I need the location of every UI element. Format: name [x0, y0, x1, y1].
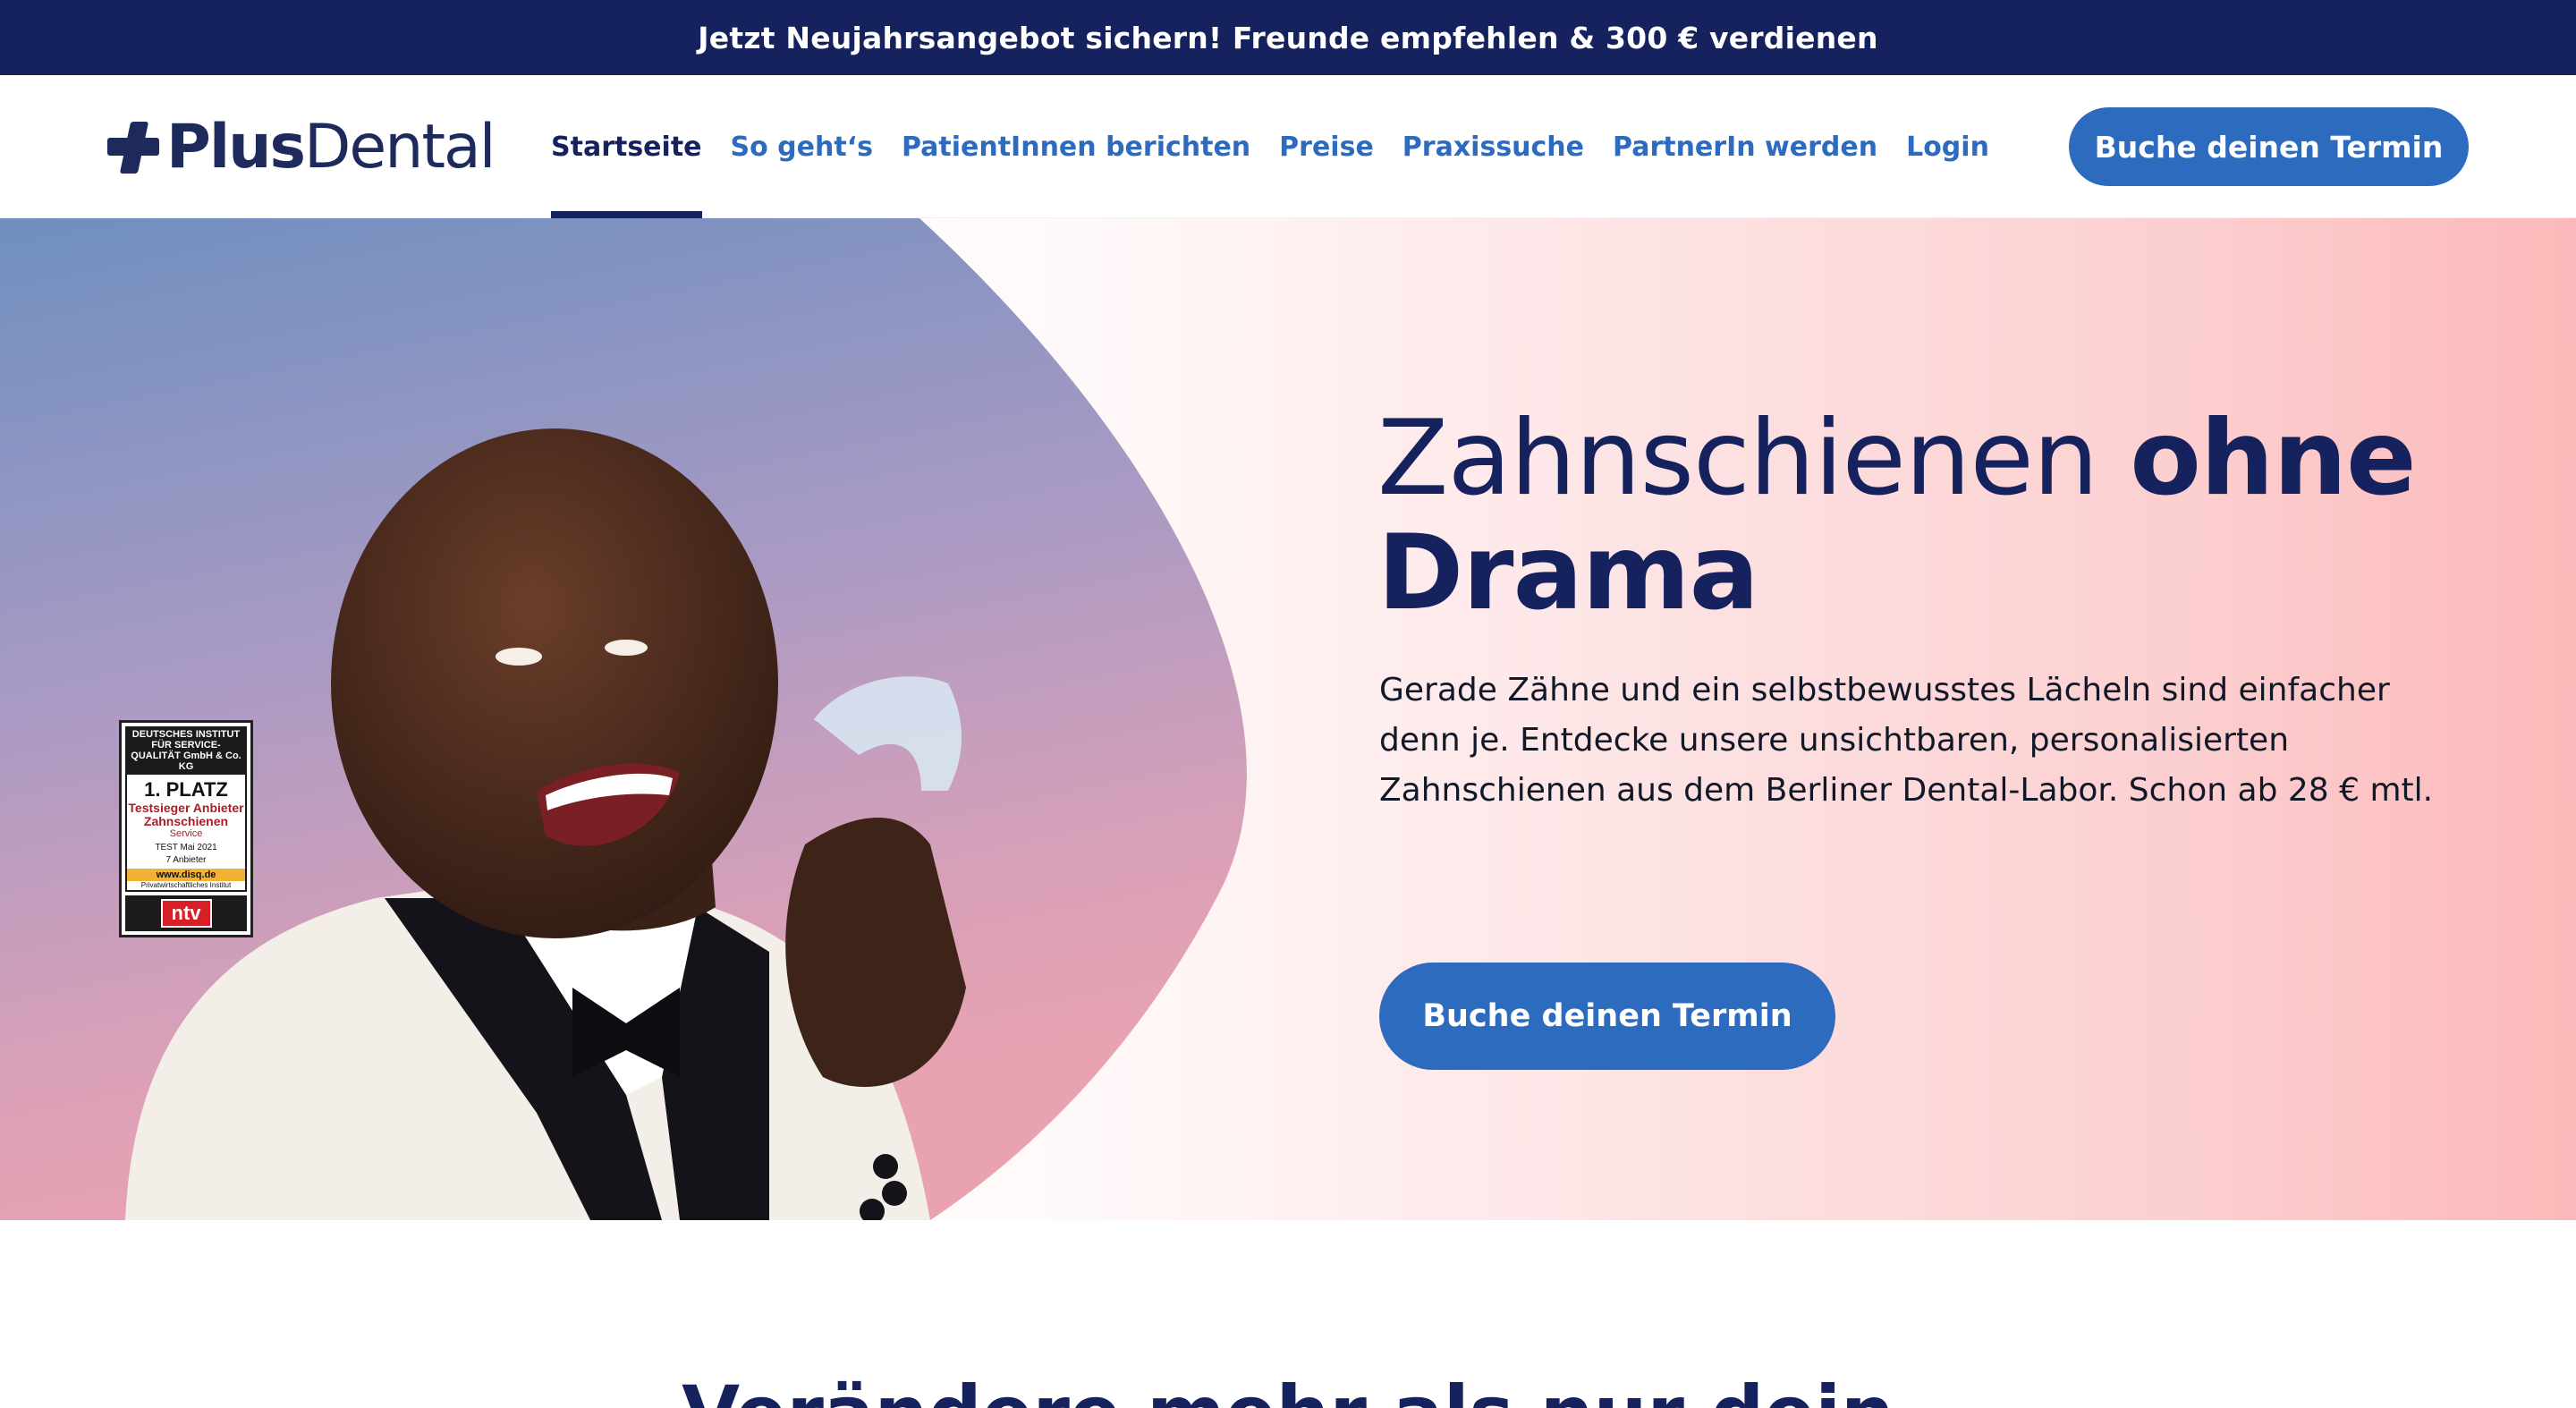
- nav-item-praxissuche[interactable]: Praxissuche: [1402, 75, 1584, 218]
- nav-item-preise[interactable]: Preise: [1279, 75, 1374, 218]
- disq-award-badge: DEUTSCHES INSTITUT FÜR SERVICE-QUALITÄT …: [119, 720, 253, 937]
- section-heading: Verändere mehr als nur dein: [0, 1369, 2576, 1408]
- badge-url: www.disq.de: [127, 869, 245, 881]
- site-header: PlusDental Startseite So geht‘s PatientI…: [0, 75, 2576, 218]
- nav-item-startseite[interactable]: Startseite: [551, 75, 702, 218]
- plus-cross-icon: [106, 120, 161, 175]
- badge-subtitle: Service: [169, 828, 203, 839]
- plusdental-logo[interactable]: PlusDental: [106, 112, 496, 182]
- badge-rank: 1. PLATZ: [144, 778, 228, 801]
- logo-wordmark: PlusDental: [166, 112, 496, 182]
- promo-text: Jetzt Neujahrsangebot sichern! Freunde e…: [698, 20, 1878, 55]
- badge-institute-note: Privatwirtschaftliches Institut: [140, 881, 232, 889]
- badge-test-date: TEST Mai 2021: [155, 843, 217, 852]
- nav-item-partnerin-werden[interactable]: PartnerIn werden: [1613, 75, 1877, 218]
- badge-title: Testsieger Anbieter Zahnschienen: [128, 801, 244, 828]
- nav-item-login[interactable]: Login: [1906, 75, 1989, 218]
- hero-headline-bold-2: Drama: [1377, 513, 1759, 633]
- badge-institute-header: DEUTSCHES INSTITUT FÜR SERVICE-QUALITÄT …: [125, 726, 247, 775]
- nav-item-patientinnen-berichten[interactable]: PatientInnen berichten: [902, 75, 1250, 218]
- ntv-logo: ntv: [125, 895, 247, 931]
- nav-item-so-gehts[interactable]: So geht‘s: [731, 75, 873, 218]
- hero-description: Gerade Zähne und ein selbstbewusstes Läc…: [1379, 672, 2434, 809]
- promo-banner[interactable]: Jetzt Neujahrsangebot sichern! Freunde e…: [0, 0, 2576, 75]
- hero-section: Zahnschienen ohne Drama Gerade Zähne und…: [0, 218, 2576, 1220]
- main-navigation: Startseite So geht‘s PatientInnen berich…: [551, 75, 2018, 218]
- book-appointment-button-header[interactable]: Buche deinen Termin: [2069, 107, 2469, 186]
- hero-photo: [0, 218, 1247, 1220]
- badge-test-count: 7 Anbieter: [165, 855, 207, 865]
- hero-headline-regular: Zahnschienen: [1377, 398, 2098, 519]
- book-appointment-button-hero[interactable]: Buche deinen Termin: [1379, 963, 1835, 1070]
- hero-headline: Zahnschienen ohne Drama: [1377, 402, 2451, 631]
- hero-headline-bold-1: ohne: [2130, 398, 2417, 519]
